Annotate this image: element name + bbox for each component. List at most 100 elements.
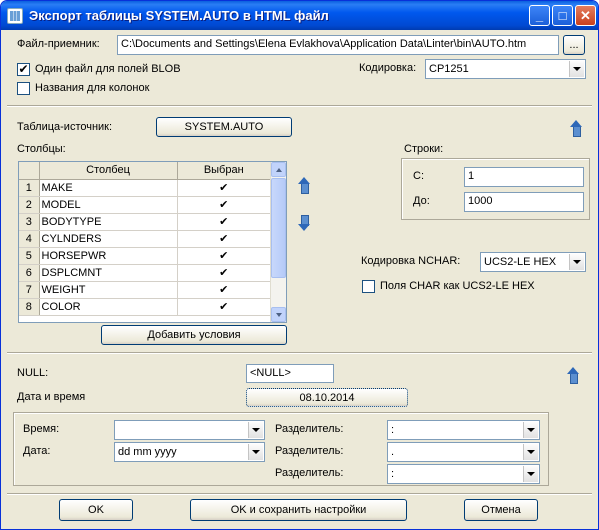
separator-select-2[interactable]: . [387,442,540,462]
close-icon: ✕ [580,7,591,23]
datetime-sample-button[interactable]: 08.10.2014 [246,388,408,407]
column-name[interactable]: COLOR [39,298,178,316]
minimize-button[interactable]: _ [529,5,550,26]
source-label: Таблица-источник: [17,121,113,133]
separator-value-3: : [391,468,395,480]
separator-label-2: Разделитель: [275,445,344,457]
selected-check[interactable]: ✔ [177,247,271,265]
column-names-label: Названия для колонок [35,82,150,94]
date-format-value: dd mm yyyy [118,446,177,458]
collapse-up-button[interactable] [564,365,582,385]
move-column-up-button[interactable] [295,175,313,195]
column-name[interactable]: DSPLCMNT [39,264,178,282]
nchar-label: Кодировка NCHAR: [361,255,461,267]
separator-label-1: Разделитель: [275,423,344,435]
table-row[interactable]: 4 CYLNDERS ✔ [19,230,271,248]
columns-grid[interactable]: Столбец Выбран 1 MAKE ✔ 2 MODEL ✔ 3 BODYTYPE ✔… [18,161,287,323]
column-name[interactable]: WEIGHT [39,281,178,299]
chevron-down-icon[interactable] [523,444,538,460]
char-as-ucs2-checkbox[interactable] [362,280,375,293]
separator-select-3[interactable]: : [387,464,540,484]
selected-check[interactable]: ✔ [177,179,271,197]
close-button[interactable]: ✕ [575,5,596,26]
one-file-blob-checkbox[interactable]: ✔ [17,63,30,76]
rows-from-label: С: [413,170,424,182]
grid-scrollbar[interactable] [270,162,286,322]
rows-label: Строки: [404,143,444,155]
selected-check[interactable]: ✔ [177,264,271,282]
rows-from-input[interactable]: 1 [464,167,584,187]
encoding-select[interactable]: CP1251 [425,59,586,79]
row-number: 5 [19,247,40,265]
chevron-down-icon[interactable] [569,61,584,77]
selected-check[interactable]: ✔ [177,213,271,231]
separator-select-1[interactable]: : [387,420,540,440]
column-name[interactable]: MODEL [39,196,178,214]
selected-check[interactable]: ✔ [177,230,271,248]
table-row[interactable]: 7 WEIGHT ✔ [19,281,271,299]
separator-value-1: : [391,424,395,436]
row-number: 6 [19,264,40,282]
row-number: 2 [19,196,40,214]
row-number: 8 [19,298,40,316]
title-bar[interactable]: Экспорт таблицы SYSTEM.AUTO в HTML файл … [1,1,598,30]
separator-value-2: . [391,446,395,458]
table-row[interactable]: 5 HORSEPWR ✔ [19,247,271,265]
selected-check[interactable]: ✔ [177,281,271,299]
date-format-select[interactable]: dd mm yyyy [114,442,265,462]
one-file-blob-label: Один файл для полей BLOB [35,63,181,75]
column-name[interactable]: BODYTYPE [39,213,178,231]
chevron-down-icon[interactable] [569,254,584,270]
column-name[interactable]: HORSEPWR [39,247,178,265]
datetime-label: Дата и время [17,391,86,403]
chevron-down-icon[interactable] [523,422,538,438]
ok-save-settings-button[interactable]: OK и сохранить настройки [190,499,407,521]
chevron-up-icon [275,167,282,172]
chevron-down-icon[interactable] [523,466,538,482]
browse-button[interactable]: ... [563,35,585,55]
export-dialog: Экспорт таблицы SYSTEM.AUTO в HTML файл … [0,0,599,530]
column-name[interactable]: CYLNDERS [39,230,178,248]
grid-header-column[interactable]: Столбец [39,162,178,180]
check-icon: ✔ [18,62,29,76]
grid-header-row: Столбец Выбран [19,162,271,180]
cancel-button[interactable]: Отмена [464,499,538,521]
table-row[interactable]: 6 DSPLCMNT ✔ [19,264,271,282]
scroll-up-button[interactable] [271,162,286,177]
char-as-ucs2-label: Поля CHAR как UCS2-LE HEX [380,280,535,292]
encoding-label: Кодировка: [359,62,417,74]
selected-check[interactable]: ✔ [177,298,271,316]
maximize-button[interactable]: □ [552,5,573,26]
table-row[interactable]: 1 MAKE ✔ [19,179,271,197]
scroll-down-button[interactable] [271,307,286,322]
file-path-input[interactable]: C:\Documents and Settings\Elena Evlakhov… [117,35,559,55]
collapse-up-button[interactable] [567,118,585,138]
chevron-down-icon[interactable] [248,444,263,460]
move-column-down-button[interactable] [295,213,313,233]
table-row[interactable]: 8 COLOR ✔ [19,298,271,316]
date-label: Дата: [23,445,51,457]
add-conditions-button[interactable]: Добавить условия [101,325,287,345]
table-row[interactable]: 2 MODEL ✔ [19,196,271,214]
chevron-down-icon[interactable] [248,422,263,438]
null-label: NULL: [17,367,49,379]
row-number: 3 [19,213,40,231]
arrow-up-icon [569,120,583,137]
separator-label-3: Разделитель: [275,467,344,479]
column-names-checkbox[interactable] [17,82,30,95]
time-format-select[interactable] [114,420,265,440]
selected-check[interactable]: ✔ [177,196,271,214]
rows-to-label: До: [413,195,430,207]
grid-header-num [19,162,40,180]
ok-button[interactable]: OK [59,499,133,521]
scroll-thumb[interactable] [271,178,286,278]
nchar-select[interactable]: UCS2-LE HEX [480,252,586,272]
column-name[interactable]: MAKE [39,179,178,197]
source-table-button[interactable]: SYSTEM.AUTO [156,117,292,137]
grid-header-selected[interactable]: Выбран [177,162,271,180]
divider [7,493,592,495]
null-value-input[interactable]: <NULL> [246,364,334,383]
file-label: Файл-приемник: [17,38,100,50]
rows-to-input[interactable]: 1000 [464,192,584,212]
table-row[interactable]: 3 BODYTYPE ✔ [19,213,271,231]
